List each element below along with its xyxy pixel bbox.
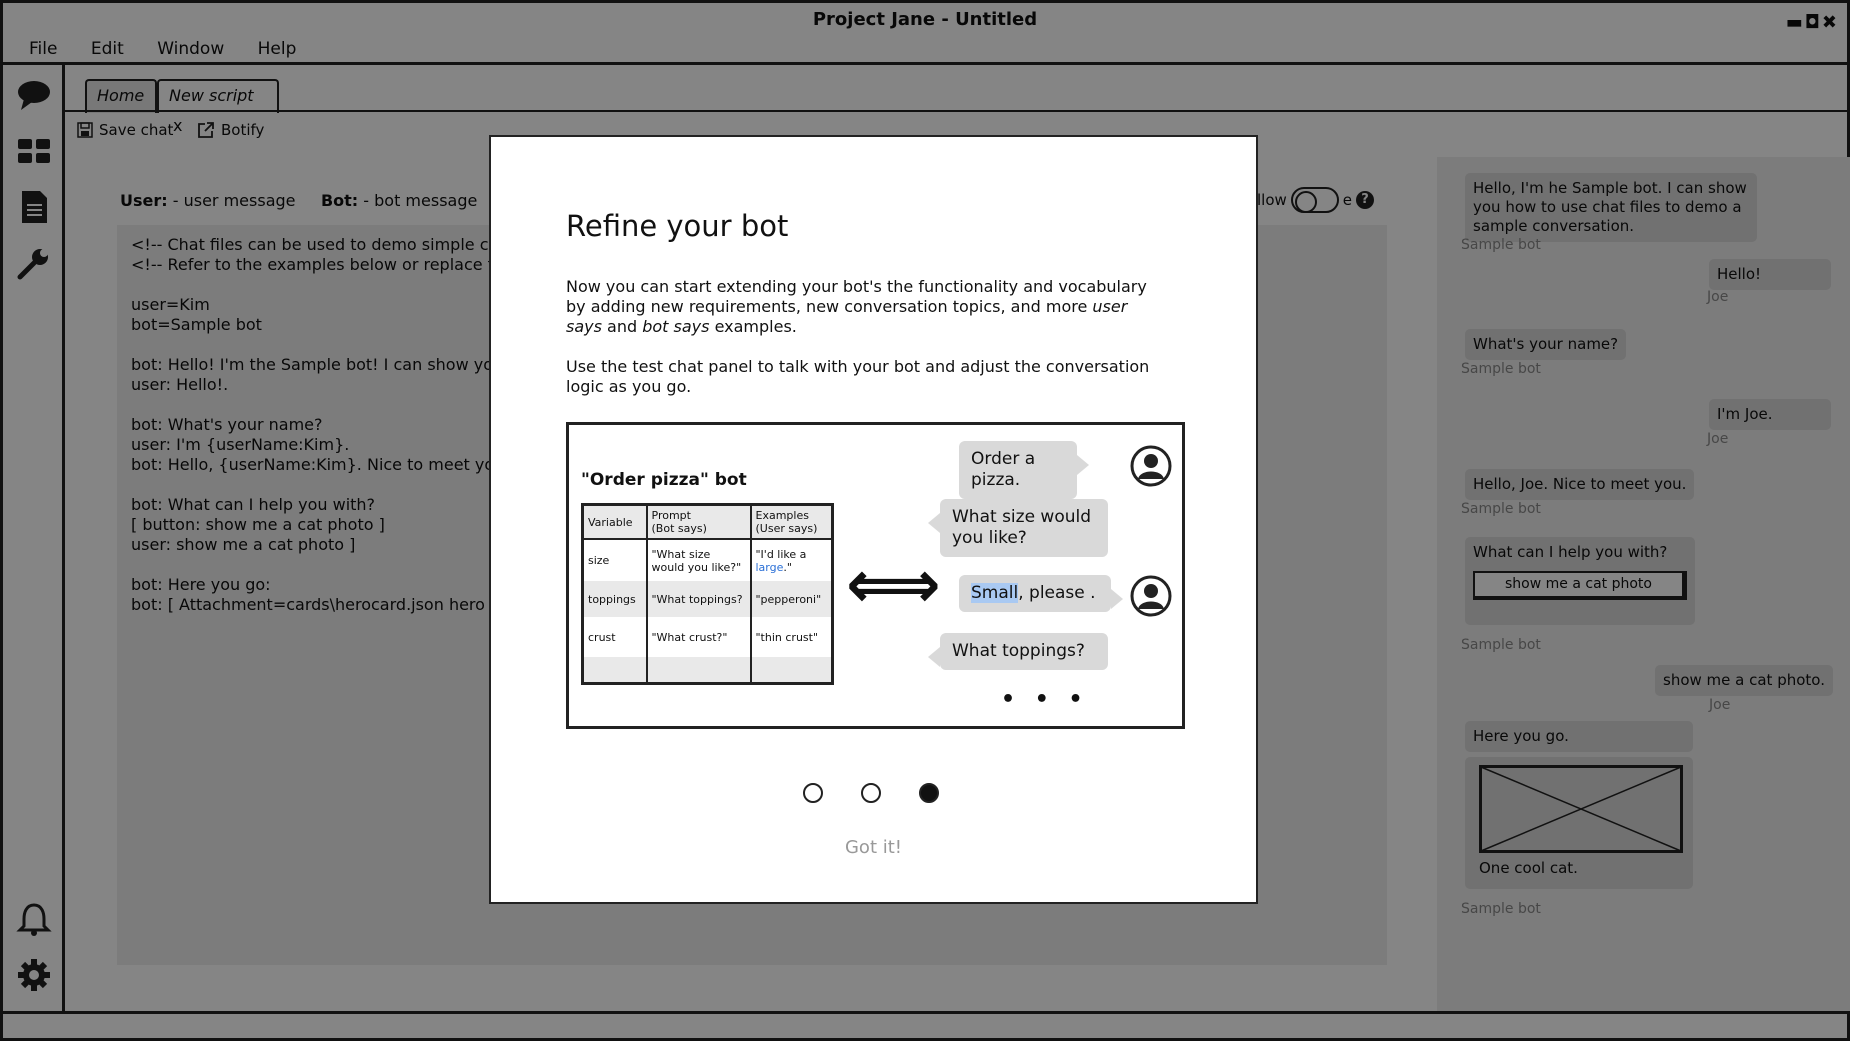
pizza-bot-illustration: "Order pizza" bot Variable Prompt (Bot s… [566, 422, 1185, 729]
p1-text-c: examples. [709, 317, 797, 336]
ellipsis: • • • [1001, 687, 1089, 712]
example-text-end: ." [783, 560, 792, 574]
table-header: Variable [582, 504, 648, 540]
page-dot-1[interactable] [803, 783, 823, 803]
table-header-row: Variable Prompt (Bot says) Examples (Use… [582, 504, 834, 540]
p1-text-a: Now you can start extending your bot's t… [566, 277, 1147, 316]
table-cell: "What toppings? [646, 581, 752, 617]
table-cell: "I'd like a large." [750, 539, 834, 581]
p1-italic-bot-says: bot says [642, 317, 710, 336]
dialog-paragraph-1: Now you can start extending your bot's t… [566, 277, 1166, 337]
double-arrow-icon: ⟺ [846, 546, 941, 623]
highlighted-word: Small [971, 583, 1019, 603]
page-dot-3[interactable] [919, 783, 939, 803]
table-cell: "What crust?" [646, 617, 752, 657]
table-row: size "What size would you like?" "I'd li… [582, 539, 834, 581]
bubble-text: , please . [1018, 583, 1096, 603]
table-row [582, 657, 834, 683]
modal-backdrop[interactable]: Refine your bot Now you can start extend… [0, 0, 1850, 1041]
bot-bubble: What size would you like? [928, 499, 1108, 557]
dialog-paragraph-2: Use the test chat panel to talk with you… [566, 357, 1150, 396]
table-header: Prompt (Bot says) [646, 504, 752, 540]
example-highlight: large [755, 560, 784, 574]
table-row: crust "What crust?" "thin crust" [582, 617, 834, 657]
table-cell: "What size would you like?" [646, 539, 752, 581]
table-cell: size [582, 539, 648, 581]
bot-bubble: What toppings? [928, 633, 1108, 670]
dialog-title: Refine your bot [566, 209, 789, 243]
user-avatar-icon [1130, 575, 1172, 617]
page-dot-2[interactable] [861, 783, 881, 803]
got-it-button[interactable]: Got it! [491, 837, 1256, 858]
variables-table: Variable Prompt (Bot says) Examples (Use… [581, 503, 834, 685]
table-row: toppings "What toppings? "pepperoni" [582, 581, 834, 617]
user-bubble: Order a pizza. [959, 441, 1089, 499]
example-text: "I'd like a [755, 547, 807, 561]
table-cell: "thin crust" [750, 617, 834, 657]
table-header: Examples (User says) [750, 504, 834, 540]
p1-text-b: and [601, 317, 643, 336]
onboarding-dialog: Refine your bot Now you can start extend… [489, 135, 1258, 904]
user-bubble: Small, please . [959, 575, 1123, 612]
table-cell: crust [582, 617, 648, 657]
table-cell: "pepperoni" [750, 581, 834, 617]
page-indicator [803, 783, 939, 803]
table-cell: toppings [582, 581, 648, 617]
illustration-title: "Order pizza" bot [581, 470, 747, 490]
user-avatar-icon [1130, 445, 1172, 487]
